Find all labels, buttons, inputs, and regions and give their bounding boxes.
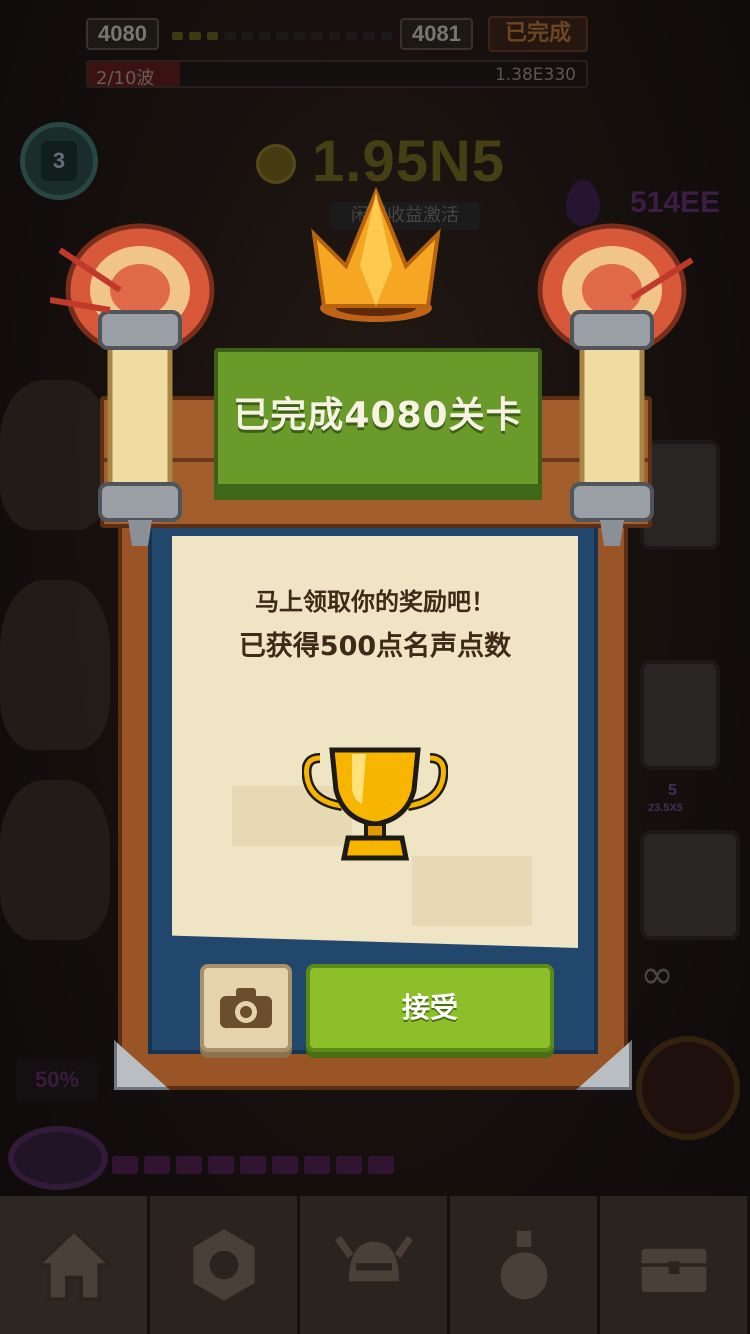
reward-prompt-text: 马上领取你的奖励吧！ [255, 588, 495, 616]
chest-icon [637, 1245, 710, 1296]
level-complete-dialog: 已完成4080关卡 马上领取你的奖励吧！ 已获得500点名声点数 接受 [50, 180, 694, 1130]
home-icon [32, 1228, 115, 1301]
screenshot-button[interactable] [200, 964, 292, 1052]
scroll-right-icon [537, 223, 694, 546]
dialog-title: 已完成4080关卡 [233, 395, 523, 436]
scroll-left-icon [50, 223, 215, 546]
crown-icon [311, 186, 441, 322]
paper-texture [412, 856, 532, 926]
title-banner: 已完成4080关卡 [214, 348, 542, 500]
reward-amount-text: 已获得500点名声点数 [238, 631, 512, 662]
trophy-icon [302, 747, 448, 861]
camera-icon [220, 988, 272, 1028]
reward-paper: 马上领取你的奖励吧！ 已获得500点名声点数 [172, 536, 578, 948]
accept-button[interactable]: 接受 [306, 964, 554, 1052]
